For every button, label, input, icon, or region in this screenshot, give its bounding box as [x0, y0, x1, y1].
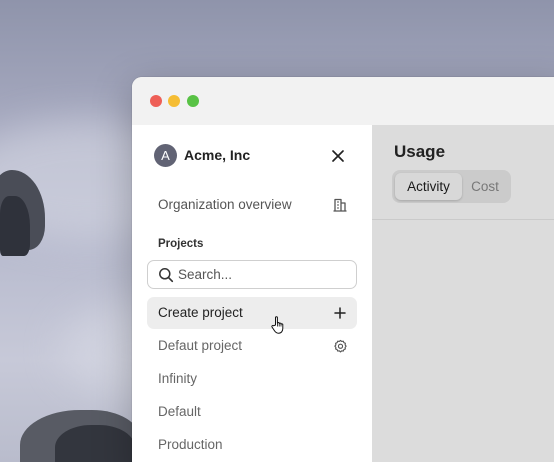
project-search-box[interactable] — [147, 260, 357, 289]
project-label: Infinity — [158, 371, 198, 386]
project-label: Production — [158, 437, 223, 452]
gear-icon — [333, 339, 347, 352]
sidebar-item-production[interactable]: Production — [147, 429, 357, 461]
divider — [372, 219, 554, 220]
projects-heading: Projects — [158, 238, 204, 250]
wallpaper-rock — [55, 425, 135, 462]
organization-overview-link[interactable]: Organization overview — [147, 189, 357, 221]
project-label: Default — [158, 404, 201, 419]
close-sidebar-button[interactable] — [326, 144, 350, 168]
window-minimize-button[interactable] — [168, 95, 180, 107]
app-window: Usage Activity Cost A Acme, Inc Organiza… — [132, 77, 554, 462]
window-zoom-button[interactable] — [187, 95, 199, 107]
tab-cost[interactable]: Cost — [462, 173, 508, 200]
org-name[interactable]: Acme, Inc — [184, 147, 250, 163]
plus-icon — [334, 307, 346, 319]
usage-tab-group: Activity Cost — [392, 170, 511, 203]
sidebar-item-defaut-project[interactable]: Defaut project — [147, 330, 357, 362]
close-icon — [332, 150, 344, 162]
organization-sidebar: A Acme, Inc Organization overview Projec… — [132, 125, 372, 462]
sidebar-item-infinity[interactable]: Infinity — [147, 363, 357, 395]
window-close-button[interactable] — [150, 95, 162, 107]
window-titlebar[interactable] — [132, 77, 554, 125]
org-header: A Acme, Inc — [154, 144, 350, 168]
project-label: Defaut project — [158, 338, 243, 353]
sidebar-item-default[interactable]: Default — [147, 396, 357, 428]
building-icon — [333, 198, 347, 212]
usage-panel: Usage Activity Cost — [372, 125, 554, 462]
search-input[interactable] — [178, 266, 346, 283]
wallpaper-rock — [0, 196, 30, 256]
organization-overview-label: Organization overview — [158, 197, 292, 212]
page-title: Usage — [394, 142, 446, 161]
create-project-label: Create project — [158, 305, 243, 320]
project-settings-button[interactable] — [332, 338, 348, 354]
create-project-button[interactable]: Create project — [147, 297, 357, 329]
avatar: A — [154, 144, 177, 167]
search-icon — [159, 268, 174, 283]
tab-activity[interactable]: Activity — [395, 173, 462, 200]
